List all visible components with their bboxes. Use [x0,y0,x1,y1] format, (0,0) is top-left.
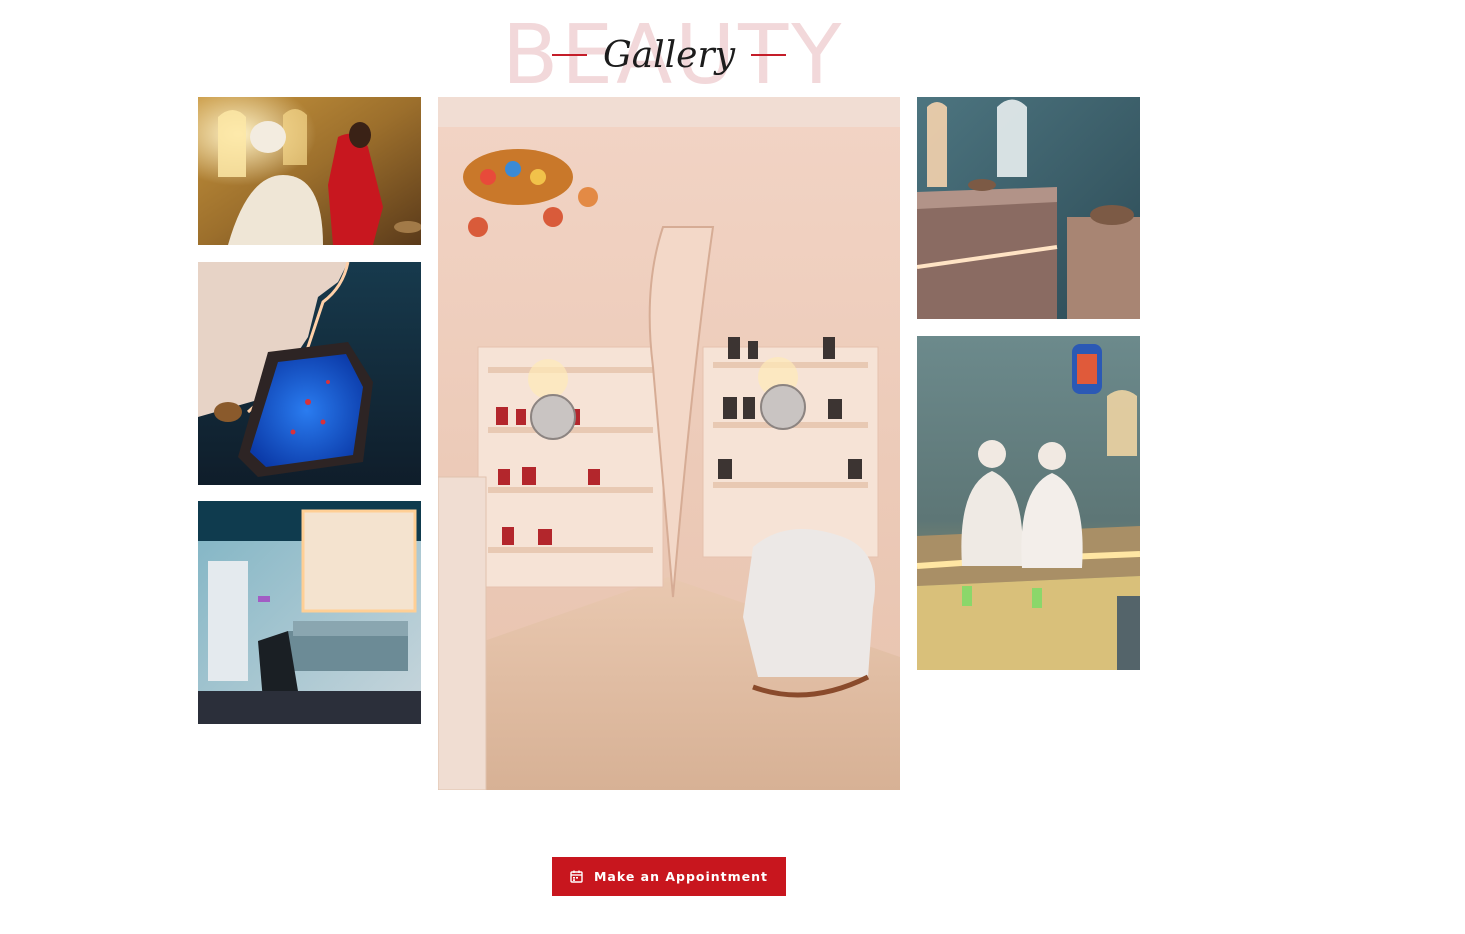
gallery-image-treatment-room[interactable] [198,501,421,724]
gallery-image-product-boutique[interactable] [438,97,900,790]
section-heading: Gallery [552,28,786,82]
make-appointment-label: Make an Appointment [593,869,769,884]
calendar-icon [570,870,583,883]
heading-left-rule [552,54,587,56]
heading-right-rule [751,54,786,56]
gallery-image-marble-hammam[interactable] [917,97,1140,319]
gallery-image-steam-bath-guests[interactable] [917,336,1140,670]
section-title: Gallery [602,34,736,76]
make-appointment-button[interactable]: Make an Appointment [552,857,786,896]
gallery-image-facial-treatment[interactable] [198,97,421,245]
gallery-image-hammam-pool[interactable] [198,262,421,485]
